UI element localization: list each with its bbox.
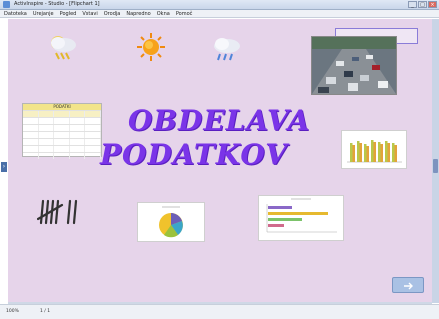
tally-marks-icon[interactable] bbox=[37, 197, 81, 227]
traffic-photo[interactable] bbox=[311, 36, 397, 95]
table-row bbox=[23, 138, 101, 145]
page-indicator: 1 / 1 bbox=[40, 309, 51, 314]
snow-cloud-icon[interactable] bbox=[46, 31, 80, 63]
maximize-button[interactable]: □ bbox=[418, 1, 427, 8]
menu-item-edit[interactable]: Urejanje bbox=[33, 10, 54, 17]
right-sidebar bbox=[432, 19, 439, 303]
menu-item-help[interactable]: Pomoč bbox=[176, 10, 193, 17]
next-page-button[interactable] bbox=[392, 277, 424, 293]
menu-item-windows[interactable]: Okna bbox=[157, 10, 170, 17]
sidebar-grip[interactable] bbox=[433, 159, 438, 173]
menu-bar: Datoteka Urejanje Pogled Vstavi Orodja N… bbox=[0, 10, 439, 18]
title-line-1: OBDELAVA bbox=[128, 104, 311, 137]
window-controls: _ □ × bbox=[408, 1, 437, 8]
app-icon bbox=[3, 1, 10, 8]
slide-title[interactable]: OBDELAVA PODATKOV bbox=[100, 104, 340, 172]
next-page-icon bbox=[404, 282, 413, 290]
title-bar: ActivInspire - Studio - [Flipchart 1] _ … bbox=[0, 0, 439, 10]
table-row bbox=[23, 124, 101, 131]
zoom-level[interactable]: 100% bbox=[6, 308, 19, 315]
window-title: ActivInspire - Studio - [Flipchart 1] bbox=[14, 1, 100, 7]
table-row bbox=[23, 117, 101, 124]
menu-item-advanced[interactable]: Napredno bbox=[126, 10, 150, 17]
menu-item-view[interactable]: Pogled bbox=[60, 10, 77, 17]
bar-chart-thumbnail[interactable] bbox=[341, 130, 407, 169]
menu-item-file[interactable]: Datoteka bbox=[4, 10, 27, 17]
table-row bbox=[23, 110, 101, 117]
title-line-2: PODATKOV bbox=[100, 138, 288, 171]
rain-cloud-icon[interactable] bbox=[211, 35, 243, 63]
pie-chart-thumbnail[interactable] bbox=[137, 202, 205, 242]
minimize-button[interactable]: _ bbox=[408, 1, 417, 8]
sun-icon[interactable] bbox=[136, 32, 166, 62]
collapse-left-tab[interactable]: › bbox=[1, 162, 7, 172]
table-row bbox=[23, 145, 101, 152]
data-table[interactable]: PODATKI bbox=[22, 103, 102, 159]
table-row bbox=[23, 131, 101, 138]
menu-item-tools[interactable]: Orodja bbox=[104, 10, 121, 17]
table-row bbox=[23, 152, 101, 159]
status-bar: 100% 1 / 1 bbox=[0, 304, 439, 319]
menu-item-insert[interactable]: Vstavi bbox=[82, 10, 97, 17]
close-button[interactable]: × bbox=[428, 1, 437, 8]
horizontal-bar-chart-thumbnail[interactable] bbox=[258, 195, 344, 241]
